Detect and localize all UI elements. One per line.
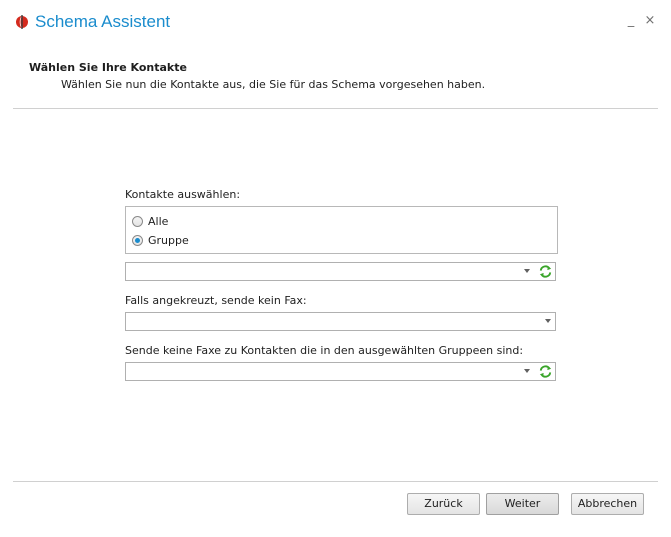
contact-scope-group: Alle Gruppe [125, 206, 558, 254]
exclude-groups-label: Sende keine Faxe zu Kontakten die in den… [125, 344, 524, 357]
footer-divider [13, 481, 658, 482]
radio-selected-dot [135, 237, 140, 243]
chevron-down-icon[interactable] [524, 269, 530, 273]
cancel-button[interactable]: Abbrechen [571, 493, 644, 515]
chevron-down-icon[interactable] [545, 319, 551, 323]
chevron-down-icon[interactable] [524, 369, 530, 373]
window-title: Schema Assistent [35, 12, 171, 31]
group-select[interactable] [125, 262, 556, 281]
radio-label: Alle [148, 214, 169, 228]
next-button[interactable]: Weiter [486, 493, 559, 515]
refresh-icon[interactable] [538, 264, 553, 279]
no-fax-select[interactable] [125, 312, 556, 331]
app-logo-icon [16, 15, 28, 29]
radio-alle[interactable]: Alle [132, 214, 168, 228]
exclude-groups-select[interactable] [125, 362, 556, 381]
no-fax-label: Falls angekreuzt, sende kein Fax: [125, 294, 307, 307]
radio-label: Gruppe [148, 233, 189, 247]
refresh-icon[interactable] [538, 364, 553, 379]
radio-circle[interactable] [132, 215, 143, 227]
minimize-button[interactable]: _ [623, 13, 639, 29]
header-divider [13, 108, 658, 109]
page-title: Wählen Sie Ihre Kontakte [29, 61, 187, 74]
page-subtitle: Wählen Sie nun die Kontakte aus, die Sie… [61, 78, 486, 91]
close-button[interactable]: × [642, 13, 658, 29]
title-bar: Schema Assistent _ × [0, 0, 671, 44]
radio-gruppe[interactable]: Gruppe [132, 233, 189, 247]
back-button[interactable]: Zurück [407, 493, 480, 515]
radio-circle[interactable] [132, 234, 143, 246]
select-contacts-label: Kontakte auswählen: [125, 188, 241, 201]
